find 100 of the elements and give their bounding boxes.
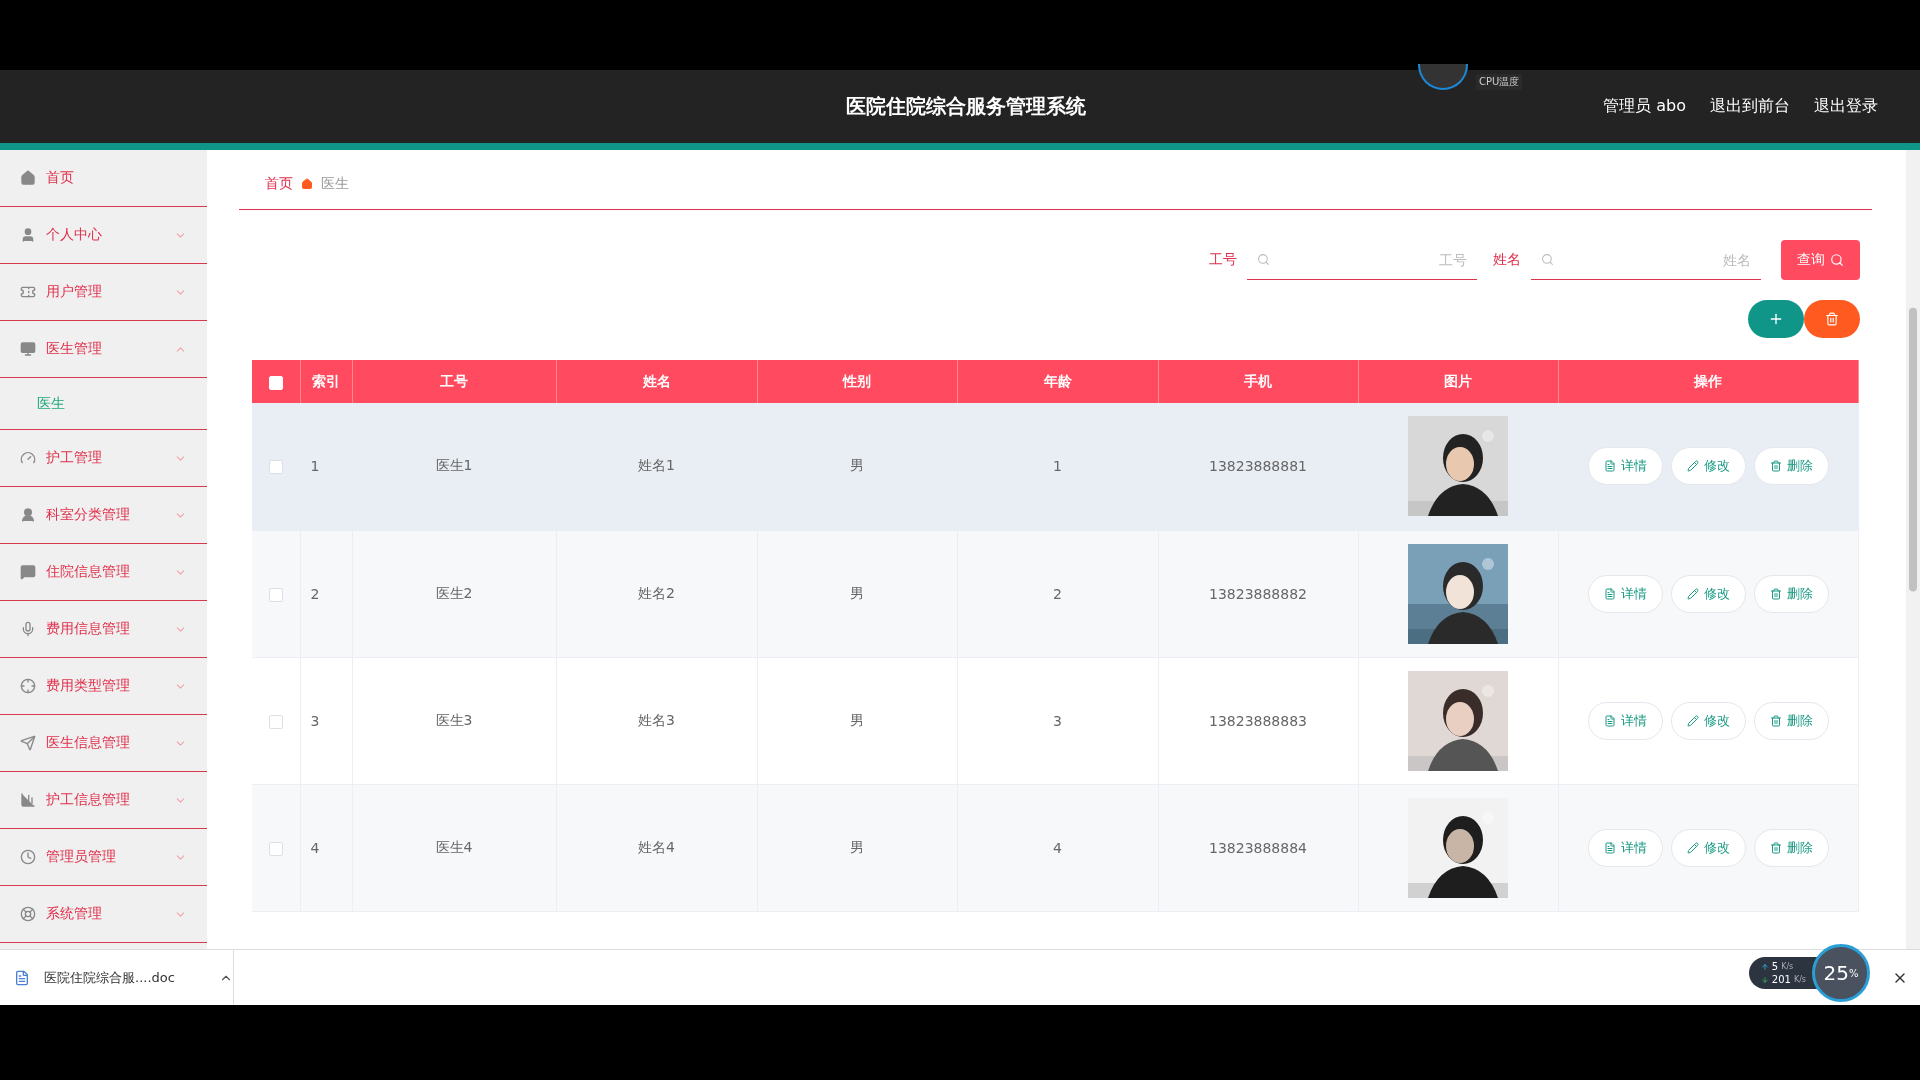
action-button[interactable]: 删除 (1753, 447, 1829, 486)
add-button[interactable] (1748, 300, 1804, 338)
search-icon (1541, 253, 1554, 266)
upload-icon (1760, 962, 1769, 971)
menu-icon (20, 849, 36, 865)
column-header: 索引 (300, 360, 352, 403)
menu-icon (20, 678, 36, 694)
document-icon (1603, 587, 1616, 600)
download-file[interactable]: 医院住院综合服....doc (44, 968, 205, 987)
pencil-icon (1686, 460, 1699, 473)
document-icon (14, 969, 30, 986)
column-header: 操作 (1558, 360, 1858, 403)
table-cell: 3 (957, 657, 1158, 784)
select-all-checkbox[interactable] (268, 375, 283, 390)
action-button[interactable]: 删除 (1753, 828, 1829, 867)
cpu-label: CPU温度 (1476, 74, 1523, 90)
document-icon (1603, 460, 1616, 473)
table-cell: 男 (757, 403, 957, 530)
action-button[interactable]: 详情 (1587, 701, 1663, 740)
document-icon (1603, 841, 1616, 854)
field-label: 姓名 (1493, 251, 1521, 269)
action-button[interactable]: 修改 (1670, 574, 1746, 613)
row-checkbox[interactable] (268, 714, 283, 729)
column-header: 年龄 (957, 360, 1158, 403)
action-button[interactable]: 详情 (1587, 574, 1663, 613)
search-button[interactable]: 查询 (1781, 240, 1860, 280)
sidebar-item[interactable]: 科室分类管理 (0, 487, 207, 544)
sidebar-item[interactable]: 系统管理 (0, 886, 207, 943)
table-cell: 13823888884 (1158, 784, 1358, 911)
table-cell: 医生4 (352, 784, 556, 911)
sidebar-item[interactable]: 护工管理 (0, 430, 207, 487)
table-cell: 姓名1 (556, 403, 757, 530)
trash-icon (1769, 587, 1782, 600)
column-header: 姓名 (556, 360, 757, 403)
menu-icon (20, 227, 36, 243)
table-cell: 13823888883 (1158, 657, 1358, 784)
search-icon (1830, 253, 1844, 267)
scrollbar[interactable] (1906, 150, 1920, 949)
sidebar-item[interactable]: 费用类型管理 (0, 658, 207, 715)
table-cell: 医生3 (352, 657, 556, 784)
row-checkbox[interactable] (268, 841, 283, 856)
table-cell: 医生2 (352, 530, 556, 657)
menu-icon (20, 792, 36, 808)
action-button[interactable]: 详情 (1587, 828, 1663, 867)
column-header: 手机 (1158, 360, 1358, 403)
header-link[interactable]: 退出到前台 (1710, 96, 1790, 117)
menu-icon (20, 507, 36, 523)
breadcrumb-current: 医生 (321, 174, 349, 193)
menu-icon (20, 906, 36, 922)
table-cell: 1 (957, 403, 1158, 530)
table-cell: 4 (957, 784, 1158, 911)
action-button[interactable]: 修改 (1670, 701, 1746, 740)
sidebar-item[interactable]: 护工信息管理 (0, 772, 207, 829)
row-checkbox[interactable] (268, 587, 283, 602)
sidebar-item[interactable]: 首页 (0, 150, 207, 207)
plus-icon (1768, 311, 1784, 327)
pencil-icon (1686, 841, 1699, 854)
menu-icon (20, 621, 36, 637)
header-link[interactable]: 退出登录 (1814, 96, 1878, 117)
sidebar-item[interactable]: 医生信息管理 (0, 715, 207, 772)
table-cell: 姓名2 (556, 530, 757, 657)
table-cell: 13823888882 (1158, 530, 1358, 657)
action-button[interactable]: 修改 (1670, 447, 1746, 486)
action-button[interactable]: 详情 (1587, 447, 1663, 486)
menu-icon (20, 284, 36, 300)
column-header: 图片 (1358, 360, 1558, 403)
sidebar-item[interactable]: 用户管理 (0, 264, 207, 321)
submenu-item[interactable]: 医生 (0, 378, 207, 430)
home-icon (301, 177, 313, 190)
delete-button[interactable] (1804, 300, 1860, 338)
menu-icon (20, 341, 36, 357)
action-button[interactable]: 删除 (1753, 701, 1829, 740)
table-cell: 3 (300, 657, 352, 784)
sidebar-item[interactable]: 管理员管理 (0, 829, 207, 886)
breadcrumb-link[interactable]: 首页 (265, 174, 293, 193)
menu-icon (20, 735, 36, 751)
table-cell: 姓名3 (556, 657, 757, 784)
user-name: 管理员 abo (1603, 96, 1686, 117)
search-field[interactable]: 工号 (1247, 240, 1477, 280)
sidebar-item[interactable]: 个人中心 (0, 207, 207, 264)
table-cell: 男 (757, 784, 957, 911)
table-cell: 2 (300, 530, 352, 657)
search-icon (1257, 253, 1270, 266)
menu-icon (20, 170, 36, 186)
sidebar-item[interactable]: 费用信息管理 (0, 601, 207, 658)
trash-icon (1825, 312, 1839, 326)
gauge-icon (1418, 64, 1468, 90)
action-button[interactable]: 删除 (1753, 574, 1829, 613)
column-header: 性别 (757, 360, 957, 403)
document-icon (1603, 714, 1616, 727)
table-cell: 13823888881 (1158, 403, 1358, 530)
search-field[interactable]: 姓名 (1531, 240, 1761, 280)
action-button[interactable]: 修改 (1670, 828, 1746, 867)
usage-gauge: 25% (1812, 944, 1870, 1002)
row-checkbox[interactable] (268, 460, 283, 475)
pencil-icon (1686, 587, 1699, 600)
sidebar-item[interactable]: 住院信息管理 (0, 544, 207, 601)
table-cell: 男 (757, 657, 957, 784)
sidebar-item[interactable]: 医生管理 (0, 321, 207, 378)
table-cell: 2 (957, 530, 1158, 657)
